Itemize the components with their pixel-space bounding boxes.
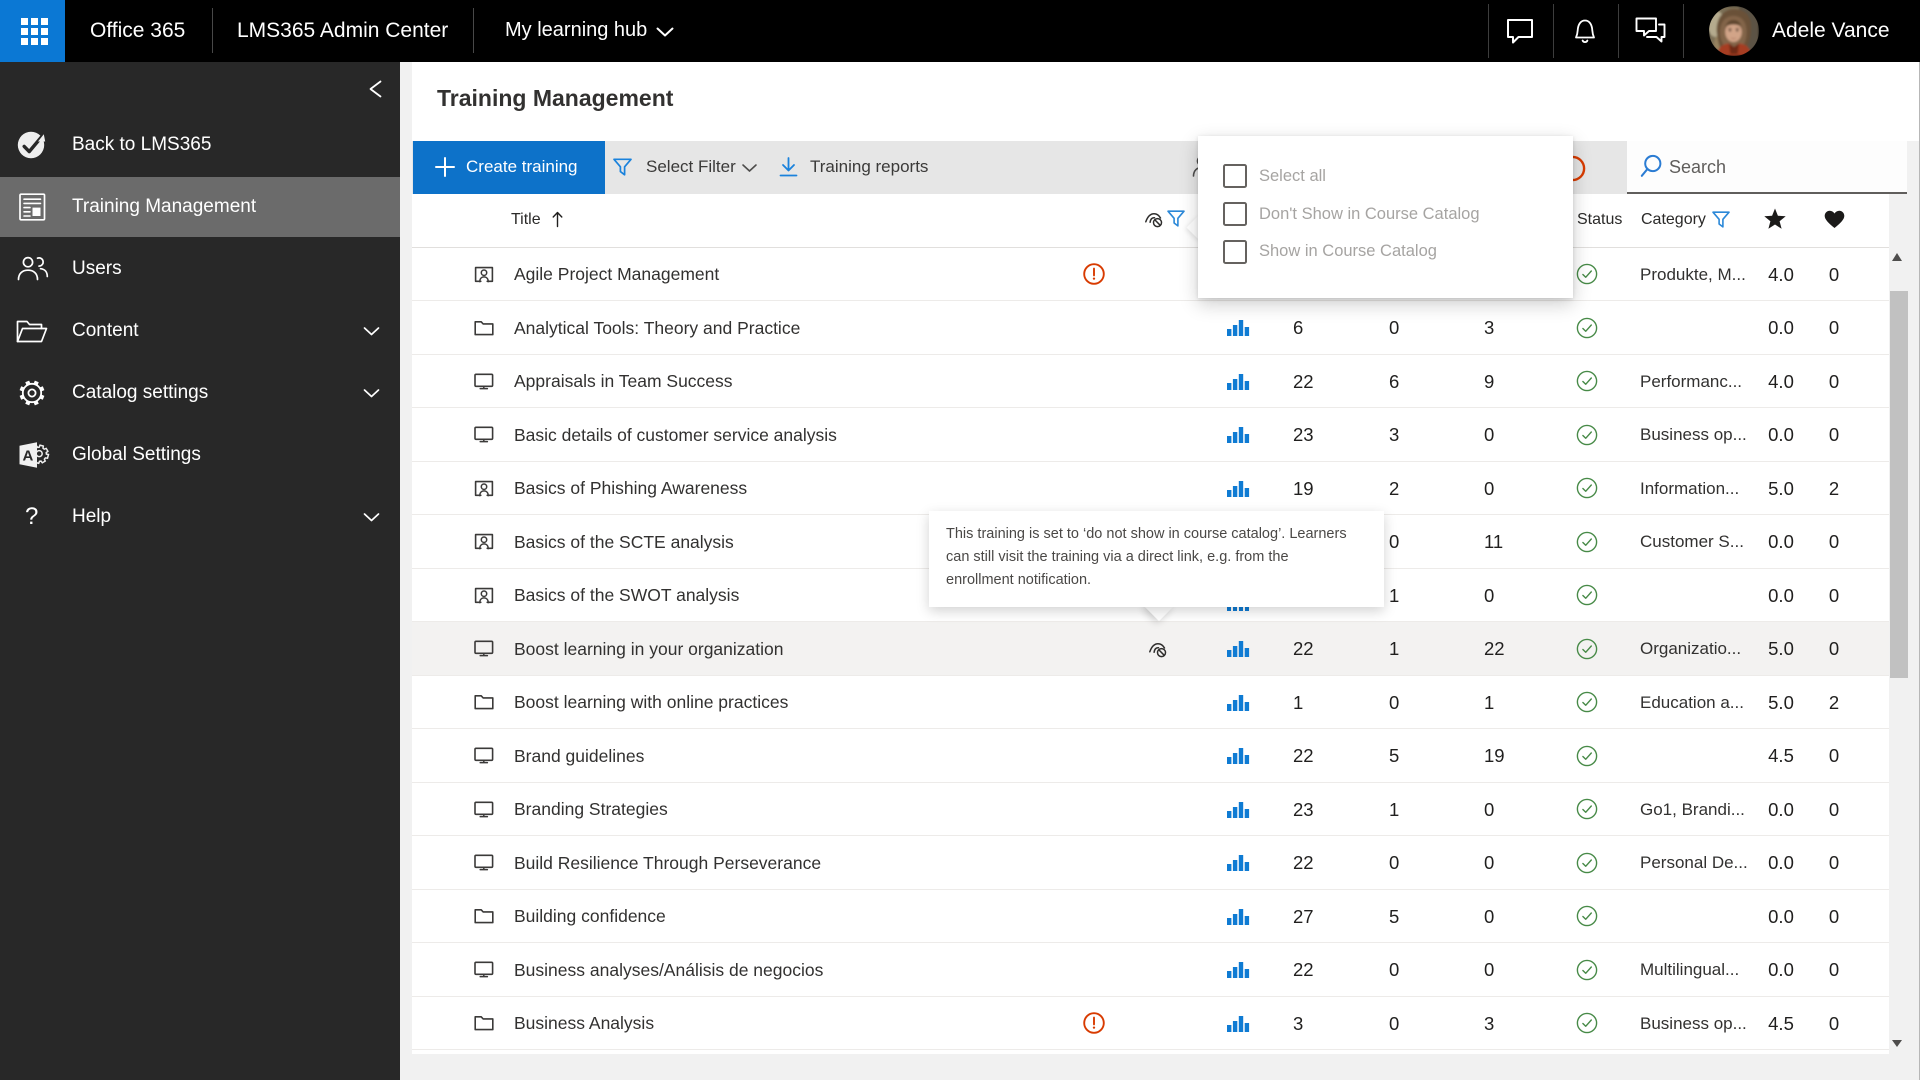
svg-text:A: A bbox=[23, 448, 34, 465]
